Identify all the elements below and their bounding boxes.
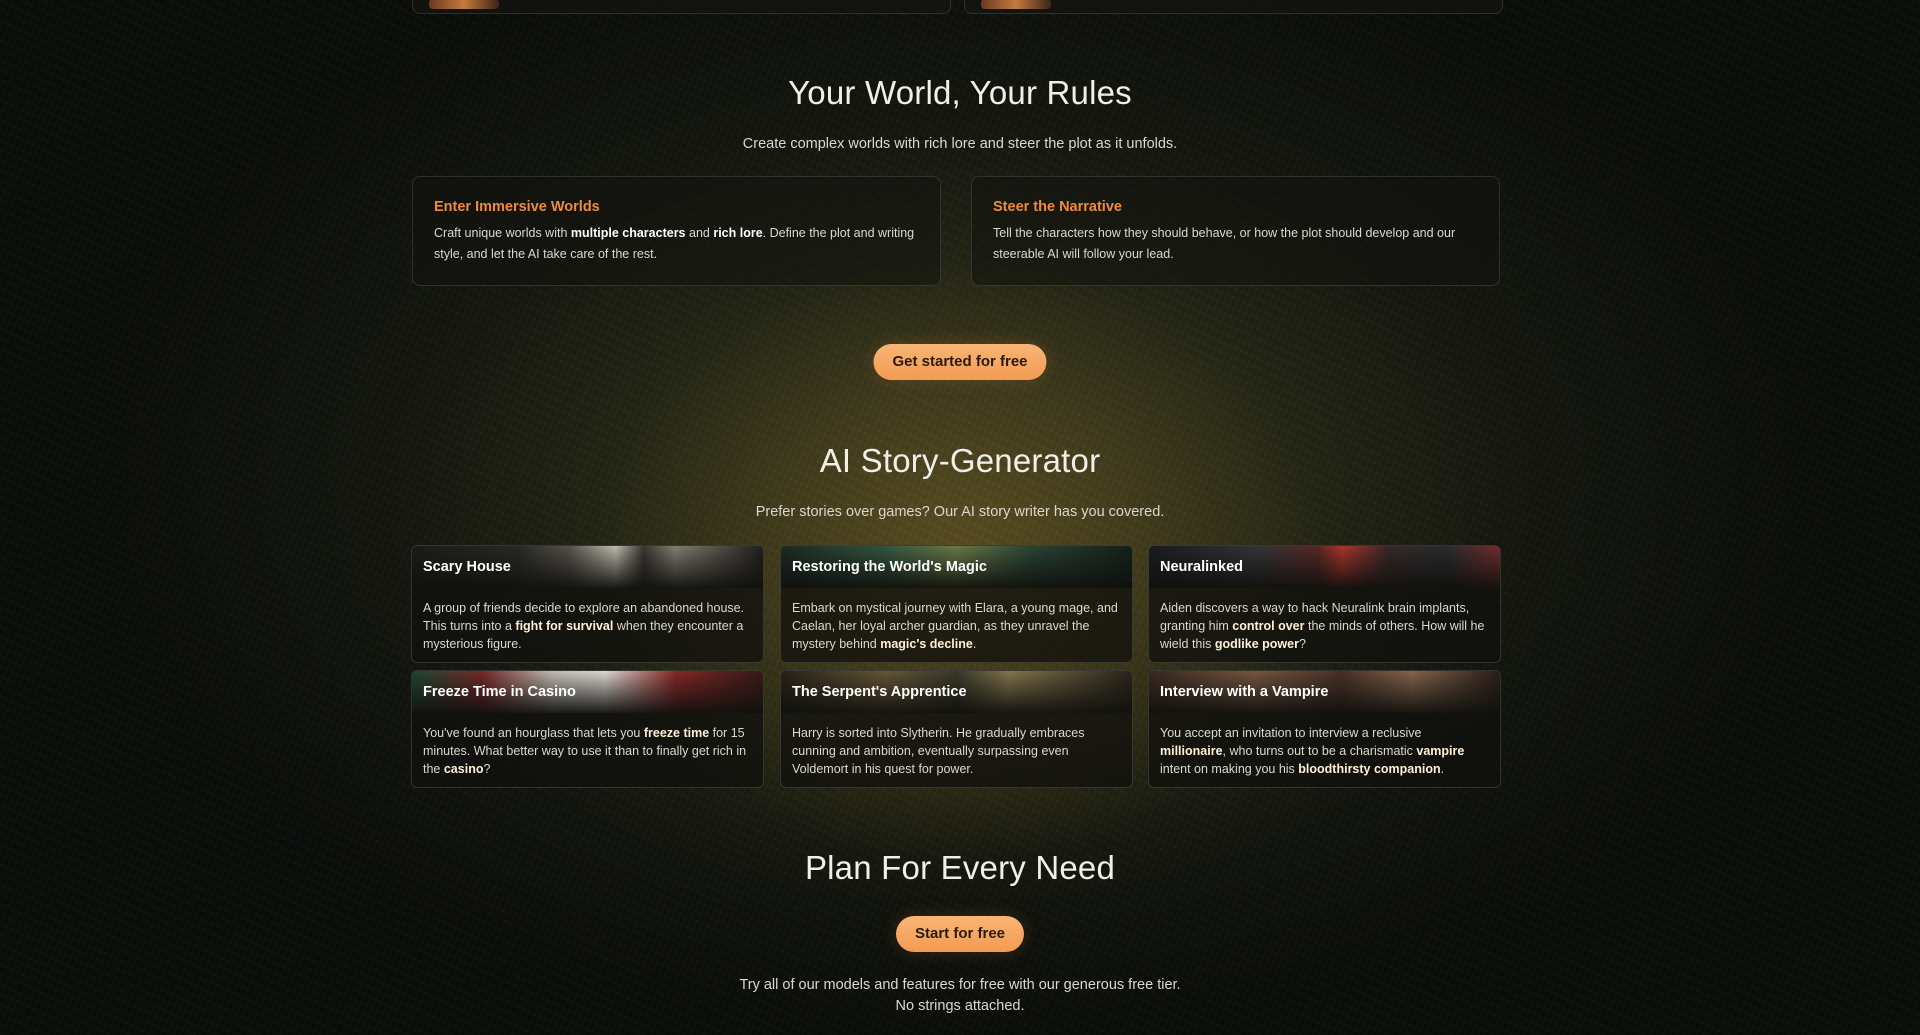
worlds-section-subtitle: Create complex worlds with rich lore and…	[742, 136, 1178, 152]
plans-description: Try all of our models and features for f…	[0, 975, 1920, 1017]
feature-description: Craft unique worlds with multiple charac…	[434, 223, 919, 265]
highlighted-phrase: bloodthirsty companion	[1298, 762, 1441, 776]
story-card-serpents-apprentice[interactable]: The Serpent's Apprentice Harry is sorted…	[780, 670, 1133, 788]
previous-card-stub-left	[412, 0, 951, 14]
previous-card-stub-right	[964, 0, 1503, 14]
story-card-freeze-time-casino[interactable]: Freeze Time in Casino You've found an ho…	[411, 670, 764, 788]
story-card-neuralinked[interactable]: Neuralinked Aiden discovers a way to hac…	[1148, 545, 1501, 663]
thumbnail-image	[981, 0, 1051, 9]
text-segment: ?	[483, 762, 491, 776]
story-description: Embark on mystical journey with Elara, a…	[792, 599, 1122, 653]
story-card-interview-vampire[interactable]: Interview with a Vampire You accept an i…	[1148, 670, 1501, 788]
feature-card-steer-narrative: Steer the Narrative Tell the characters …	[971, 176, 1500, 286]
text-segment: Tell the characters how they should beha…	[993, 226, 1456, 261]
text-segment: Craft unique worlds with	[434, 226, 571, 240]
text-segment: ?	[1298, 637, 1306, 651]
highlighted-phrase: fight for survival	[515, 619, 614, 633]
story-description: Harry is sorted into Slytherin. He gradu…	[792, 724, 1122, 778]
text-segment: and	[685, 226, 714, 240]
thumbnail-image	[429, 0, 499, 9]
highlighted-phrase: multiple characters	[570, 226, 686, 240]
plans-section-title: Plan For Every Need	[804, 849, 1116, 886]
feature-description: Tell the characters how they should beha…	[993, 223, 1478, 265]
story-description: A group of friends decide to explore an …	[423, 599, 753, 653]
story-title: Interview with a Vampire	[1160, 684, 1329, 700]
highlighted-phrase: rich lore	[713, 226, 763, 240]
plans-line-2: No strings attached.	[895, 998, 1025, 1014]
text-segment: You accept an invitation to interview a …	[1160, 726, 1422, 740]
plans-line-1: Try all of our models and features for f…	[739, 977, 1181, 993]
feature-card-immersive-worlds: Enter Immersive Worlds Craft unique worl…	[412, 176, 941, 286]
story-title: Restoring the World's Magic	[792, 559, 987, 575]
get-started-button[interactable]: Get started for free	[873, 344, 1047, 380]
feature-title: Enter Immersive Worlds	[434, 199, 600, 215]
story-title: Freeze Time in Casino	[423, 684, 576, 700]
highlighted-phrase: casino	[443, 762, 484, 776]
highlighted-phrase: vampire	[1416, 744, 1465, 758]
text-segment: Harry is sorted into Slytherin. He gradu…	[792, 726, 1085, 776]
text-segment: intent on making you his	[1160, 762, 1299, 776]
highlighted-phrase: freeze time	[643, 726, 710, 740]
story-card-restoring-magic[interactable]: Restoring the World's Magic Embark on my…	[780, 545, 1133, 663]
stories-section-subtitle: Prefer stories over games? Our AI story …	[755, 504, 1165, 520]
highlighted-phrase: control over	[1232, 619, 1305, 633]
worlds-section-title: Your World, Your Rules	[788, 74, 1132, 111]
stories-section-title: AI Story-Generator	[819, 442, 1101, 479]
highlighted-phrase: godlike power	[1214, 637, 1299, 651]
story-title: The Serpent's Apprentice	[792, 684, 967, 700]
highlighted-phrase: magic's decline	[880, 637, 973, 651]
story-description: You've found an hourglass that lets you …	[423, 724, 753, 778]
text-segment: .	[972, 637, 977, 651]
story-description: Aiden discovers a way to hack Neuralink …	[1160, 599, 1490, 653]
text-segment: .	[1440, 762, 1445, 776]
feature-title: Steer the Narrative	[993, 199, 1122, 215]
story-title: Scary House	[423, 559, 511, 575]
story-title: Neuralinked	[1160, 559, 1243, 575]
text-segment: You've found an hourglass that lets you	[423, 726, 644, 740]
story-description: You accept an invitation to interview a …	[1160, 724, 1490, 778]
story-card-scary-house[interactable]: Scary House A group of friends decide to…	[411, 545, 764, 663]
text-segment: , who turns out to be a charismatic	[1222, 744, 1417, 758]
highlighted-phrase: millionaire	[1160, 744, 1223, 758]
start-for-free-button[interactable]: Start for free	[895, 916, 1025, 952]
